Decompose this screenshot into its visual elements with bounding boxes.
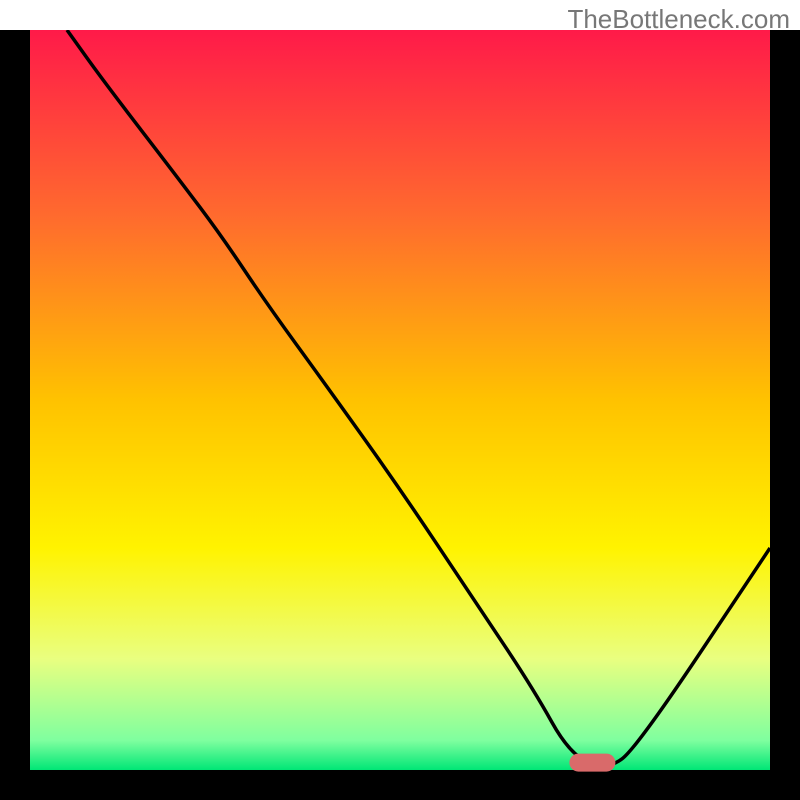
chart-frame <box>0 30 800 800</box>
chart-svg <box>0 30 800 800</box>
optimal-marker <box>569 754 615 772</box>
chart-plot-area <box>30 30 770 770</box>
watermark-text: TheBottleneck.com <box>567 4 790 35</box>
